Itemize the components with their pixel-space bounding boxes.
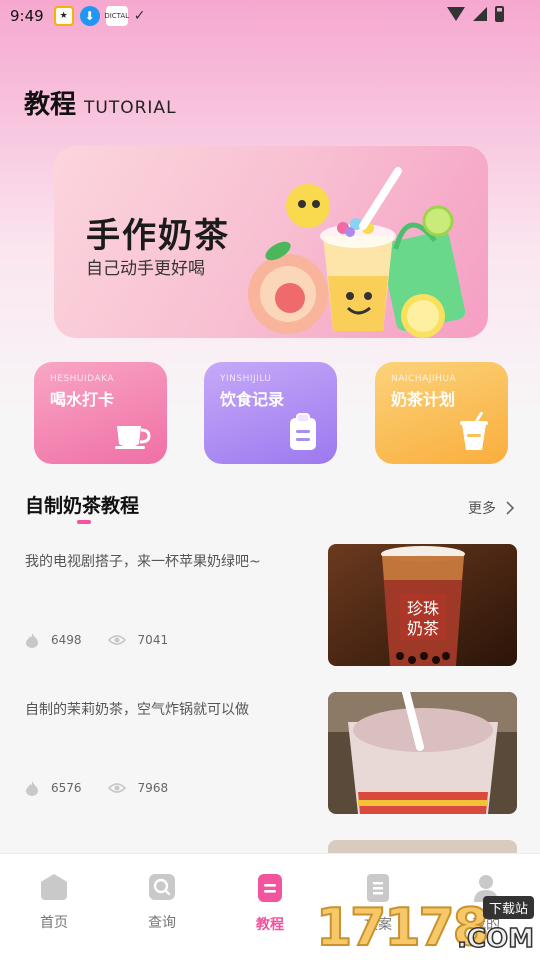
tab-label: 查询 (148, 915, 176, 931)
flame-icon (26, 781, 38, 796)
eye-icon (107, 635, 126, 645)
post-title: 自制的茉莉奶茶，空气炸锅就可以做 (25, 702, 249, 718)
signal-icon (473, 7, 487, 21)
list-item[interactable] (25, 840, 517, 854)
status-bar: 9:49 ★ ⬇ DICTAL ✓ (0, 0, 540, 32)
list-item[interactable]: 我的电视剧搭子，来一杯苹果奶绿吧~ 6498 7041 珍珠 奶茶 (25, 544, 517, 666)
section-title: 自制奶茶教程 (25, 495, 140, 517)
page-title-en: TUTORIAL (84, 98, 177, 118)
like-count: 6498 (51, 633, 82, 647)
flame-icon (26, 633, 38, 648)
document-icon (258, 874, 282, 902)
post-stats: 6576 7968 (25, 780, 194, 796)
banner-title: 手作奶茶 (86, 216, 230, 256)
watermark-domain: .COM (456, 923, 534, 955)
card-label-cn: 喝水打卡 (50, 390, 115, 409)
view-count: 7041 (137, 633, 169, 647)
more-label: 更多 (468, 501, 496, 517)
milk-tea-illustration (248, 167, 466, 338)
page-title-cn: 教程 (24, 90, 77, 120)
post-thumbnail: 珍珠 奶茶 (328, 544, 517, 666)
eye-icon (107, 783, 126, 793)
milk-tea-plan-card[interactable]: NAICHAJIHUA 奶茶计划 (375, 362, 508, 464)
thumbnail-text-line1: 珍珠 (407, 599, 439, 618)
search-icon (149, 874, 175, 900)
tab-home[interactable]: 首页 (0, 854, 108, 960)
list-item[interactable]: 自制的茉莉奶茶，空气炸锅就可以做 6576 7968 (25, 692, 517, 814)
section-underline (77, 520, 91, 524)
drink-cup-icon (460, 412, 488, 450)
card-label-en: YINSHIJILU (220, 374, 272, 384)
home-icon (41, 874, 67, 900)
card-label-cn: 奶茶计划 (391, 390, 456, 409)
milk-tea-banner[interactable]: 手作奶茶 自己动手更好喝 (54, 146, 488, 338)
tab-search[interactable]: 查询 (108, 854, 216, 960)
banner-subtitle: 自己动手更好喝 (86, 259, 205, 279)
post-title: 我的电视剧搭子，来一杯苹果奶绿吧~ (25, 554, 261, 570)
status-time: 9:49 (10, 7, 44, 25)
thumbnail-text-line2: 奶茶 (407, 619, 439, 638)
wifi-icon (447, 7, 465, 21)
status-indicators (447, 6, 504, 22)
clipboard-icon (290, 413, 316, 450)
post-thumbnail (328, 692, 517, 814)
check-icon: ✓ (133, 8, 146, 24)
more-link[interactable]: 更多 (468, 498, 514, 518)
battery-icon (495, 6, 504, 22)
card-label-en: NAICHAJIHUA (391, 374, 457, 384)
cup-icon (115, 426, 151, 449)
view-count: 7968 (137, 781, 169, 795)
site-watermark: 17178 下载站 .COM (306, 894, 536, 960)
like-count: 6576 (51, 781, 82, 795)
watermark-tag: 下载站 (482, 896, 534, 919)
card-label-cn: 饮食记录 (220, 390, 285, 409)
diet-record-card[interactable]: YINSHIJILU 饮食记录 (204, 362, 337, 464)
tab-label: 首页 (40, 915, 68, 931)
dictal-app-icon: DICTAL (104, 6, 129, 26)
post-stats: 6498 7041 (25, 632, 194, 648)
download-icon: ⬇ (79, 6, 100, 26)
tab-label: 教程 (256, 917, 284, 933)
chevron-right-icon (506, 501, 514, 515)
card-label-en: HESHUIDAKA (50, 374, 115, 384)
water-checkin-card[interactable]: HESHUIDAKA 喝水打卡 (34, 362, 167, 464)
app-notification-icon: ★ (53, 6, 74, 26)
post-thumbnail (328, 840, 517, 854)
page-title: 教程 TUTORIAL (24, 84, 177, 121)
